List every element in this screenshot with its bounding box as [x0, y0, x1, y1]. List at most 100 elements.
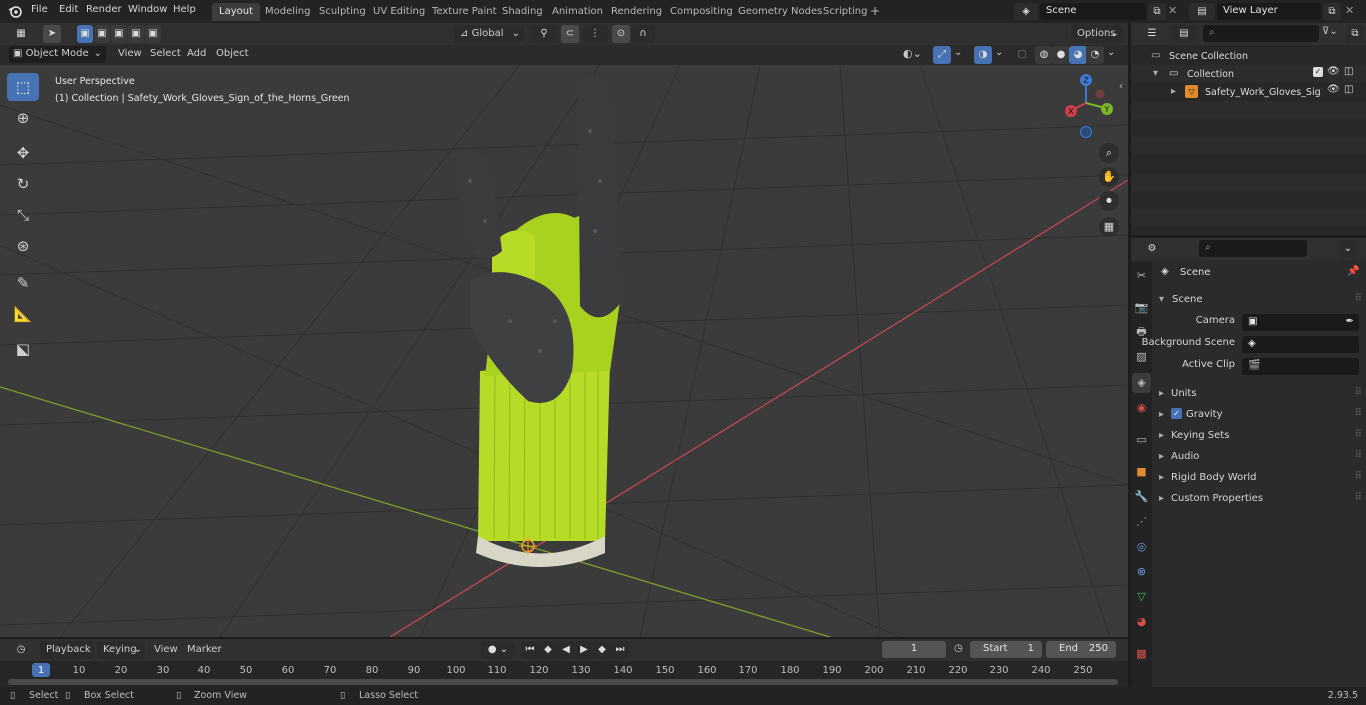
prev-keyframe-icon[interactable]: ◆ — [539, 641, 557, 659]
move-tool-icon[interactable]: ✥ — [7, 139, 39, 167]
timeline-editor-icon[interactable]: ◷ — [8, 641, 34, 659]
jump-end-icon[interactable]: ⏭ — [611, 641, 629, 659]
tab-uv-editing[interactable]: UV Editing — [366, 3, 432, 21]
sidebar-expand-icon[interactable]: ‹ — [1119, 81, 1123, 92]
scene-panel-header[interactable]: ▾ Scene ⠿ — [1158, 290, 1364, 310]
camera-field[interactable]: ▣ ✒ — [1242, 314, 1359, 331]
perspective-toggle-icon[interactable]: ▦ — [1099, 217, 1119, 237]
pivot-point-icon[interactable]: ⚲ — [531, 25, 557, 43]
tab-geometry-nodes[interactable]: Geometry Nodes — [731, 3, 829, 21]
drag-handle-icon[interactable]: ⠿ — [1355, 408, 1362, 419]
drag-handle-icon[interactable]: ⠿ — [1355, 450, 1362, 461]
measure-tool-icon[interactable]: 📐 — [7, 300, 39, 328]
close-view-layer-icon[interactable]: ✕ — [1345, 4, 1354, 17]
keying-sets-panel[interactable]: ▸ Keying Sets ⠿ — [1158, 426, 1364, 446]
wireframe-shading-icon[interactable]: ◍ — [1035, 46, 1053, 64]
rotate-tool-icon[interactable]: ↻ — [7, 170, 39, 198]
data-tab-icon[interactable]: ▽ — [1132, 587, 1151, 607]
object-tab-icon[interactable]: ■ — [1132, 462, 1151, 482]
chevron-down-icon[interactable]: ⌄ — [1107, 47, 1115, 58]
proportional-edit-icon[interactable]: ⊙ — [612, 25, 630, 43]
tab-shading[interactable]: Shading — [495, 3, 550, 21]
play-icon[interactable]: ▶ — [575, 641, 593, 659]
scene-browse-icon[interactable]: ◈ — [1014, 3, 1038, 21]
exclude-checkbox[interactable]: ✓ — [1313, 67, 1323, 77]
eye-icon[interactable]: 👁 — [1327, 66, 1340, 77]
camera-view-icon[interactable]: ⏺ — [1099, 191, 1119, 211]
snap-target-icon[interactable]: ⋮ — [582, 25, 608, 43]
select-tool-icon[interactable]: ➤ — [43, 25, 61, 43]
pin-icon[interactable]: 📌 — [1347, 266, 1359, 277]
timeline-view-menu[interactable]: View — [154, 644, 178, 655]
view-layer-browse-icon[interactable]: ▤ — [1189, 3, 1215, 21]
gravity-panel[interactable]: ▸ ✓ Gravity ⠿ — [1158, 405, 1364, 425]
menu-view[interactable]: View — [118, 48, 142, 59]
timeline-ruler[interactable]: 1 10 20 30 40 50 60 70 80 90 100 110 120… — [0, 661, 1128, 687]
keying-menu[interactable]: Keying ⌄ — [97, 641, 145, 659]
navigation-gizmo[interactable]: Z X Y — [1052, 73, 1122, 143]
select-extend-icon[interactable]: ▣ — [94, 25, 110, 43]
zoom-icon[interactable]: ⌕ — [1099, 143, 1119, 163]
record-icon[interactable]: ● ⌄ — [481, 641, 515, 659]
new-collection-icon[interactable]: ⧉ — [1346, 25, 1364, 43]
gizmo-toggle-icon[interactable]: ⤢ — [933, 46, 951, 64]
snap-icon[interactable]: ⊂ — [561, 25, 579, 43]
tab-sculpting[interactable]: Sculpting — [312, 3, 373, 21]
drag-handle-icon[interactable]: ⠿ — [1355, 293, 1362, 304]
scene-tab-icon[interactable]: ◈ — [1132, 373, 1151, 393]
active-clip-field[interactable]: 🎬 — [1242, 358, 1359, 375]
camera-icon[interactable]: ◫ — [1344, 84, 1353, 95]
modifier-tab-icon[interactable]: 🔧 — [1132, 487, 1151, 507]
select-intersect-icon[interactable]: ▣ — [145, 25, 161, 43]
drag-handle-icon[interactable]: ⠿ — [1355, 387, 1362, 398]
transform-tool-icon[interactable]: ⊛ — [7, 232, 39, 260]
outliner-editor-icon[interactable]: ☰ — [1139, 25, 1165, 43]
select-invert-icon[interactable]: ▣ — [128, 25, 144, 43]
cursor-tool-icon[interactable]: ⊕ — [7, 104, 39, 132]
drag-handle-icon[interactable]: ⠿ — [1355, 471, 1362, 482]
chevron-down-icon[interactable]: ⌄ — [1339, 240, 1357, 258]
menu-render[interactable]: Render — [86, 4, 122, 15]
next-keyframe-icon[interactable]: ◆ — [593, 641, 611, 659]
tab-modeling[interactable]: Modeling — [258, 3, 318, 21]
play-reverse-icon[interactable]: ◀ — [557, 641, 575, 659]
eyedropper-icon[interactable]: ✒ — [1346, 316, 1354, 327]
collection-tab-icon[interactable]: ▭ — [1132, 430, 1151, 450]
rendered-shading-icon[interactable]: ◔ — [1086, 46, 1104, 64]
view-layer-field[interactable]: View Layer — [1217, 3, 1321, 20]
jump-start-icon[interactable]: ⏮ — [521, 641, 539, 659]
tool-tab-icon[interactable]: ✂ — [1132, 266, 1151, 286]
chevron-down-icon[interactable]: ⌄ — [995, 47, 1003, 58]
texture-tab-icon[interactable]: ▩ — [1132, 644, 1151, 664]
properties-search-input[interactable]: ⌕ — [1199, 240, 1307, 257]
select-box-tool-icon[interactable]: ⬚ — [7, 73, 39, 101]
timeline-scrollbar[interactable] — [8, 679, 1118, 685]
menu-edit[interactable]: Edit — [59, 4, 78, 15]
chevron-down-icon[interactable]: ⌄ — [954, 47, 962, 58]
editor-type-icon[interactable]: ▦ — [8, 25, 34, 43]
close-scene-icon[interactable]: ✕ — [1168, 4, 1177, 17]
filter-icon[interactable]: ⊽⌄ — [1322, 26, 1338, 37]
world-tab-icon[interactable]: ◉ — [1132, 398, 1151, 418]
gravity-checkbox[interactable]: ✓ — [1171, 408, 1182, 419]
outliner-row-object[interactable]: ▸ ▽ Safety_Work_Gloves_Sig 👁 ◫ — [1131, 83, 1366, 101]
current-frame-field[interactable]: 1 — [882, 641, 946, 658]
menu-select[interactable]: Select — [150, 48, 181, 59]
menu-file[interactable]: File — [31, 4, 48, 15]
expand-arrow-icon[interactable]: ▾ — [1153, 68, 1158, 79]
material-preview-icon[interactable]: ◕ — [1069, 46, 1087, 64]
eye-icon[interactable]: 👁 — [1327, 84, 1340, 95]
camera-icon[interactable]: ◫ — [1344, 66, 1353, 77]
tab-rendering[interactable]: Rendering — [604, 3, 669, 21]
transform-orientation-dropdown[interactable]: ⊿ Global ⌄ — [454, 25, 524, 43]
clock-icon[interactable]: ◷ — [954, 643, 963, 654]
tab-compositing[interactable]: Compositing — [663, 3, 740, 21]
menu-object[interactable]: Object — [216, 48, 249, 59]
glove-model[interactable] — [440, 71, 670, 581]
custom-properties-panel[interactable]: ▸ Custom Properties ⠿ — [1158, 489, 1364, 509]
visibility-icon[interactable]: ◐⌄ — [903, 47, 922, 60]
xray-toggle-icon[interactable]: ▢ — [1013, 46, 1031, 64]
menu-window[interactable]: Window — [128, 4, 167, 15]
solid-shading-icon[interactable]: ● — [1052, 46, 1070, 64]
drag-handle-icon[interactable]: ⠿ — [1355, 492, 1362, 503]
